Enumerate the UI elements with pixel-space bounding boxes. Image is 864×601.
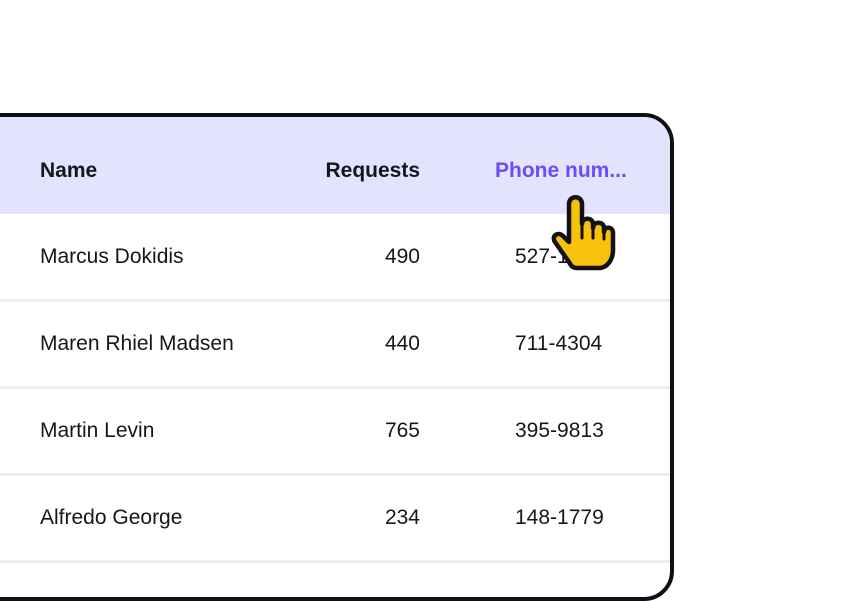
cell-name: Martin Levin bbox=[40, 419, 155, 442]
table-row[interactable]: Martin Levin 765 395-9813 bbox=[0, 388, 670, 476]
cell-requests: 765 bbox=[384, 419, 420, 442]
column-header-requests[interactable]: Requests bbox=[325, 159, 420, 183]
column-header-name[interactable]: Name bbox=[40, 159, 97, 183]
data-table: Name Requests Phone num... Marcus Dokidi… bbox=[0, 113, 674, 601]
cell-requests: 234 bbox=[384, 506, 420, 529]
cell-phone: 148-1779 bbox=[515, 506, 604, 529]
cell-requests: 490 bbox=[384, 245, 420, 268]
cell-phone: 395-9813 bbox=[515, 419, 604, 442]
cell-name: Marcus Dokidis bbox=[40, 245, 184, 268]
cell-name: Maren Rhiel Madsen bbox=[40, 332, 234, 355]
column-header-phone-number[interactable]: Phone num... bbox=[495, 159, 627, 183]
cell-requests: 440 bbox=[384, 332, 420, 355]
table-row[interactable]: Maren Rhiel Madsen 440 711-4304 bbox=[0, 301, 670, 389]
cell-phone: 711-4304 bbox=[515, 332, 603, 355]
table-row[interactable]: Alfredo George 234 148-1779 bbox=[0, 475, 670, 563]
pointing-hand-icon bbox=[551, 195, 616, 271]
cell-name: Alfredo George bbox=[40, 506, 183, 529]
